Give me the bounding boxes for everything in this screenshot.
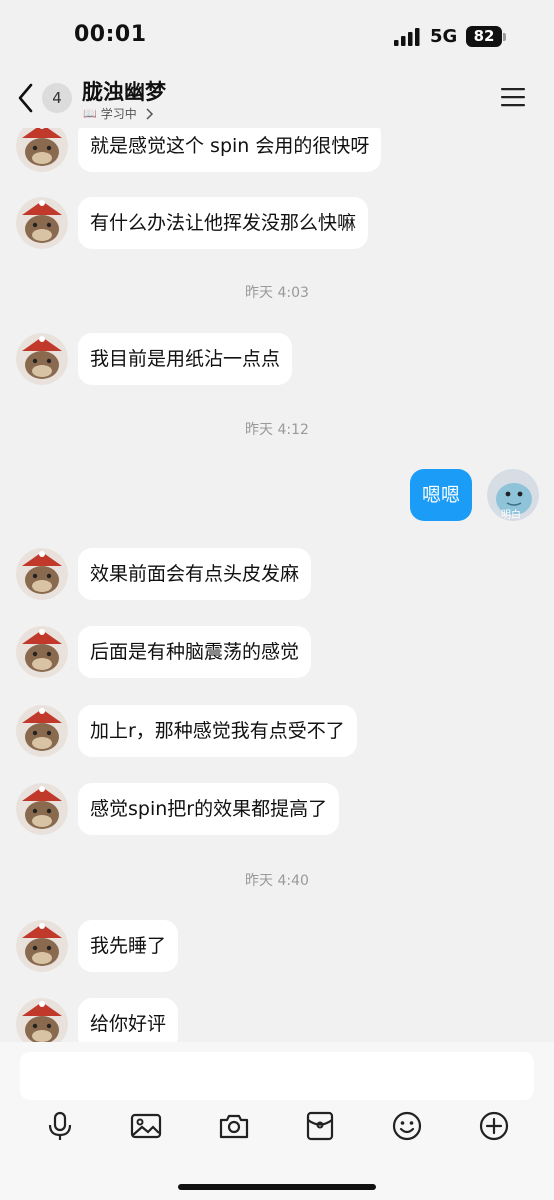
contact-name[interactable]: 胧浊幽梦 [82,76,166,106]
message-timestamp: 昨天 4:12 [245,422,309,438]
self-avatar-label: 明白 [501,510,521,521]
contact-status[interactable]: 📖 学习中 [83,105,155,122]
message-bubble[interactable]: 给你好评 [78,998,179,1042]
message-bubble[interactable]: 就是感觉这个 spin 会用的很快呀 [78,128,382,172]
message-bubble[interactable]: 有什么办法让他挥发没那么快嘛 [78,197,369,249]
contact-avatar[interactable] [16,333,68,385]
contact-avatar[interactable] [16,548,68,600]
message-bubble-self[interactable]: 嗯嗯 [410,469,473,521]
message-bubble[interactable]: 感觉spin把r的效果都提高了 [78,783,340,835]
microphone-icon[interactable] [44,1110,76,1142]
plus-icon[interactable] [478,1110,510,1142]
message-bubble[interactable]: 后面是有种脑震荡的感觉 [78,626,312,678]
contact-avatar[interactable] [16,626,68,678]
message-bubble[interactable]: 我先睡了 [78,920,179,972]
message-timestamp: 昨天 4:40 [245,873,309,889]
contact-avatar[interactable] [16,783,68,835]
message-timestamp: 昨天 4:03 [245,285,309,301]
camera-icon[interactable] [218,1110,250,1142]
chat-messages[interactable]: 就是感觉这个 spin 会用的很快呀 有什么办法让他挥发没那么快嘛 昨天 4:0… [0,128,554,1042]
home-indicator[interactable] [178,1184,376,1190]
message-bubble[interactable]: 加上r，那种感觉我有点受不了 [78,705,357,757]
contact-avatar[interactable] [16,705,68,757]
contact-avatar[interactable] [16,128,68,172]
message-input[interactable] [20,1052,534,1100]
status-time: 00:01 [74,22,147,47]
status-bar: 00:01 5G 82 [0,0,554,74]
image-icon[interactable] [130,1110,162,1142]
network-type: 5G [430,26,458,47]
contact-avatar[interactable] [16,920,68,972]
back-icon[interactable] [16,82,36,114]
battery-tip [503,33,506,41]
input-area [0,1042,554,1200]
contact-avatar[interactable] [16,998,68,1042]
message-bubble[interactable]: 效果前面会有点头皮发麻 [78,548,312,600]
contact-avatar[interactable] [16,197,68,249]
chevron-right-icon [146,107,153,120]
self-avatar[interactable]: 明白 [487,469,539,521]
red-packet-icon[interactable] [304,1110,336,1142]
chat-header: 4 胧浊幽梦 📖 学习中 [0,74,554,128]
battery-icon: 82 [466,26,502,47]
signal-icon [394,28,420,46]
message-bubble[interactable]: 我目前是用纸沾一点点 [78,333,293,385]
book-icon: 📖 [83,107,97,120]
menu-icon[interactable] [500,86,526,108]
emoji-icon[interactable] [391,1110,423,1142]
unread-count-badge[interactable]: 4 [42,83,72,113]
contact-status-label: 学习中 [100,107,137,121]
